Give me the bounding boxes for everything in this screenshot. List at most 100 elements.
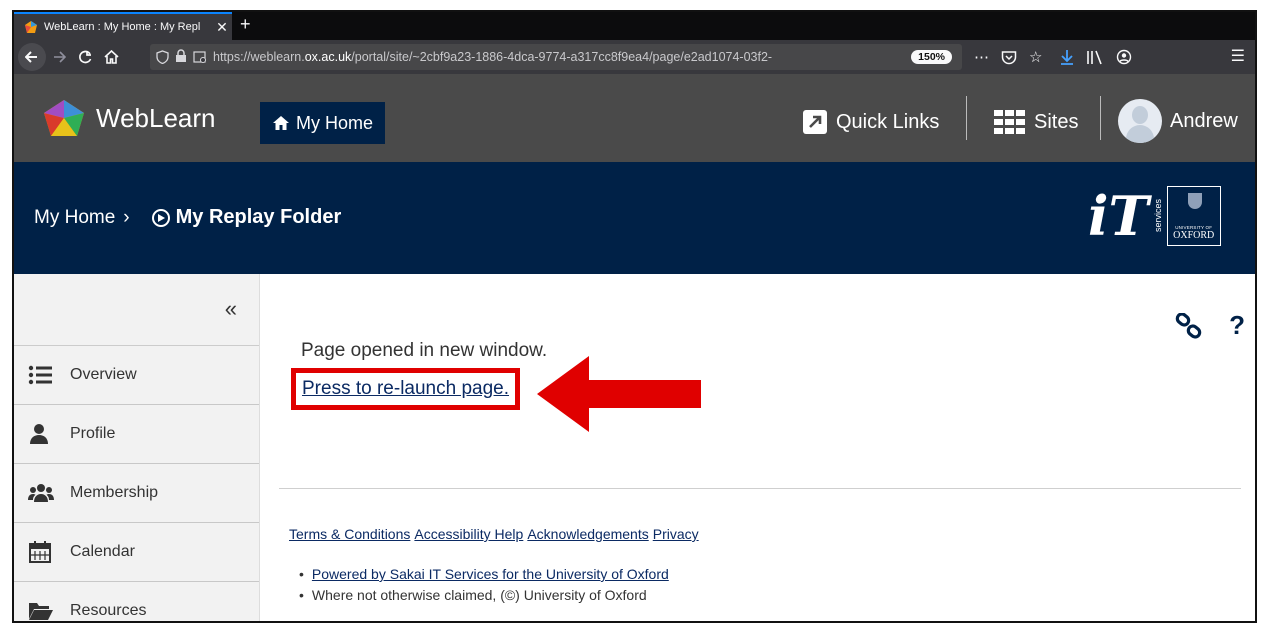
annotation-arrow-icon — [537, 356, 701, 432]
footer-link-accessibility[interactable]: Accessibility Help — [414, 526, 523, 542]
url-bar[interactable]: https://weblearn.ox.ac.uk/portal/site/~2… — [150, 44, 962, 70]
sidebar-item-label: Profile — [70, 425, 116, 442]
oxford-shield-icon — [1187, 193, 1202, 209]
breadcrumb-home[interactable]: My Home — [34, 207, 115, 229]
screenshot-frame: WebLearn : My Home : My Repl ✕ + https:/… — [12, 10, 1257, 623]
relaunch-highlight-box: Press to re-launch page. — [291, 368, 521, 410]
sidebar-item-calendar[interactable]: Calendar — [14, 523, 259, 582]
forward-arrow-icon — [54, 51, 66, 63]
sidebar-item-profile[interactable]: Profile — [14, 405, 259, 464]
downloads-icon[interactable] — [1060, 49, 1074, 65]
sidebar-item-label: Calendar — [70, 543, 135, 560]
browser-toolbar-right: ⋯ ☆ — [974, 40, 1132, 74]
sidebar-collapse-button[interactable]: « — [14, 274, 259, 346]
pocket-icon[interactable] — [1001, 50, 1017, 65]
powered-by-link[interactable]: Powered by Sakai IT Services for the Uni… — [312, 566, 669, 582]
home-button[interactable] — [98, 44, 124, 70]
breadcrumb-separator: › — [123, 206, 130, 228]
my-home-button[interactable]: My Home — [260, 102, 386, 144]
url-prefix: https://weblearn. — [213, 50, 305, 64]
footer-links: Terms & Conditions Accessibility Help Ac… — [289, 526, 699, 542]
footer-link-acknowledgements[interactable]: Acknowledgements — [527, 526, 648, 542]
oxford-crest-logo: UNIVERSITY OF OXFORD — [1166, 186, 1221, 246]
reload-icon — [79, 50, 92, 64]
footer-link-terms[interactable]: Terms & Conditions — [289, 526, 410, 542]
page-actions-icon[interactable]: ⋯ — [974, 48, 989, 66]
quick-links-label: Quick Links — [836, 110, 940, 133]
lock-icon[interactable] — [175, 49, 187, 65]
hamburger-menu-icon[interactable]: ☰ — [1231, 46, 1245, 66]
header-divider — [966, 96, 967, 140]
sidebar-item-label: Resources — [70, 602, 147, 619]
avatar — [1118, 99, 1162, 143]
zoom-level-badge[interactable]: 150% — [911, 50, 952, 64]
breadcrumb-current: My Replay Folder — [151, 206, 342, 229]
footer-divider — [279, 488, 1241, 489]
list-icon — [28, 365, 52, 385]
calendar-icon — [29, 541, 51, 563]
new-tab-button[interactable]: + — [240, 14, 251, 35]
breadcrumb: My Home › My Replay Folder — [34, 206, 341, 229]
browser-tab[interactable]: WebLearn : My Home : My Repl ✕ — [14, 12, 232, 40]
weblearn-favicon-icon — [25, 21, 37, 33]
sidebar-item-label: Membership — [70, 484, 159, 501]
site-banner: My Home › My Replay Folder iT services U… — [14, 162, 1255, 274]
play-circle-icon — [151, 208, 170, 227]
sidebar-item-overview[interactable]: Overview — [14, 346, 259, 405]
page-permissions-icon[interactable] — [193, 50, 207, 64]
double-chevron-left-icon: « — [224, 296, 237, 321]
sidebar-item-membership[interactable]: Membership — [14, 464, 259, 523]
it-services-label: services — [1152, 199, 1163, 233]
copyright-text: Where not otherwise claimed, (©) Univers… — [311, 587, 647, 603]
tool-icons: ? — [1175, 310, 1245, 341]
user-icon — [30, 424, 48, 444]
library-icon[interactable] — [1086, 50, 1104, 65]
main-content: ? Page opened in new window. Press to re… — [261, 274, 1255, 621]
tool-sidebar: « Overview Profile Membership Calendar R… — [14, 274, 260, 621]
folder-open-icon — [29, 603, 53, 620]
relaunch-page-link[interactable]: Press to re-launch page. — [302, 378, 509, 400]
status-message: Page opened in new window. — [301, 340, 548, 361]
weblearn-logo-icon — [44, 100, 84, 136]
weblearn-header: WebLearn My Home Quick Links Sites Andre… — [14, 74, 1255, 162]
sidebar-item-resources[interactable]: Resources — [14, 582, 259, 621]
url-domain: ox.ac.uk — [304, 50, 352, 64]
external-link-icon — [803, 110, 827, 134]
tab-title: WebLearn : My Home : My Repl — [44, 21, 201, 33]
user-name: Andrew — [1170, 109, 1238, 132]
it-services-logo: iT services UNIVERSITY OF OXFORD — [1088, 184, 1221, 248]
forward-button[interactable] — [46, 44, 72, 70]
tab-close-icon[interactable]: ✕ — [212, 19, 232, 36]
footer-link-privacy[interactable]: Privacy — [653, 526, 699, 542]
sidebar-item-label: Overview — [70, 366, 137, 383]
shield-icon[interactable] — [156, 50, 169, 64]
user-menu[interactable]: Andrew — [1118, 98, 1238, 144]
grid-icon — [994, 110, 1025, 134]
account-icon[interactable] — [1116, 49, 1132, 65]
list-item: Powered by Sakai IT Services for the Uni… — [299, 566, 669, 582]
link-icon[interactable] — [1175, 312, 1203, 339]
footer-info-list: Powered by Sakai IT Services for the Uni… — [299, 566, 669, 608]
url-path: /portal/site/~2cbf9a23-1886-4dca-9774-a3… — [351, 50, 773, 64]
back-button[interactable] — [18, 43, 46, 71]
weblearn-logo-text: WebLearn — [96, 102, 216, 133]
weblearn-logo[interactable]: WebLearn — [42, 98, 216, 138]
url-text: https://weblearn.ox.ac.uk/portal/site/~2… — [213, 50, 911, 64]
browser-tab-bar: WebLearn : My Home : My Repl ✕ + — [14, 12, 1255, 40]
bookmark-star-icon[interactable]: ☆ — [1029, 48, 1042, 66]
help-icon[interactable]: ? — [1229, 310, 1245, 341]
home-icon — [103, 50, 119, 64]
my-home-label: My Home — [296, 112, 374, 133]
page-title: My Replay Folder — [175, 206, 342, 228]
sites-label: Sites — [1034, 110, 1079, 133]
oxford-label: OXFORD — [1173, 230, 1215, 241]
quick-links-button[interactable]: Quick Links — [802, 102, 939, 142]
reload-button[interactable] — [72, 44, 98, 70]
home-icon — [273, 116, 289, 130]
sites-button[interactable]: Sites — [994, 102, 1078, 142]
back-arrow-icon — [25, 51, 37, 63]
list-item: Where not otherwise claimed, (©) Univers… — [299, 587, 669, 603]
users-icon — [28, 484, 54, 502]
header-divider — [1100, 96, 1101, 140]
browser-nav-bar: https://weblearn.ox.ac.uk/portal/site/~2… — [14, 40, 1255, 74]
